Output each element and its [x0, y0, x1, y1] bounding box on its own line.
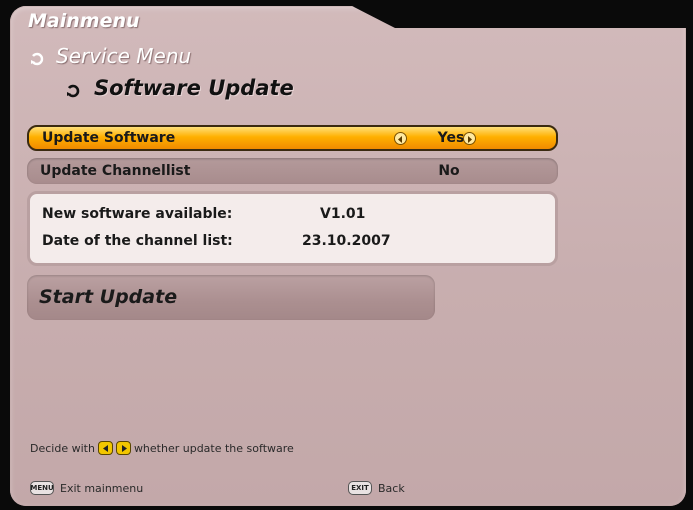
new-software-value: V1.01 — [320, 206, 366, 222]
menu-key-icon[interactable]: MENU — [30, 481, 54, 495]
right-arrow-icon[interactable] — [463, 132, 476, 145]
footer-back[interactable]: EXIT Back — [348, 481, 405, 495]
left-arrow-icon[interactable] — [394, 132, 407, 145]
breadcrumb-service-menu: Service Menu — [30, 44, 191, 68]
page-title: Software Update — [94, 76, 294, 100]
help-prefix: Decide with — [30, 441, 95, 455]
option-update-channellist[interactable]: Update Channellist No — [27, 158, 558, 184]
start-update-button[interactable]: Start Update — [27, 275, 435, 320]
breadcrumb-software-update: Software Update — [66, 76, 294, 100]
exit-key-icon[interactable]: EXIT — [348, 481, 372, 495]
option-value: No — [438, 163, 460, 179]
left-arrow-key-icon — [97, 441, 113, 455]
back-label: Back — [378, 481, 405, 495]
exit-mainmenu-label: Exit mainmenu — [60, 481, 144, 495]
new-software-label: New software available: — [42, 206, 233, 222]
option-update-software[interactable]: Update Software Yes — [27, 125, 558, 151]
breadcrumb-service-menu-label: Service Menu — [56, 44, 192, 68]
option-label: Update Software — [42, 130, 176, 146]
help-text: Decide with whether update the software — [30, 441, 294, 455]
arrow-return-icon — [66, 80, 82, 98]
start-update-label: Start Update — [39, 286, 178, 308]
help-suffix: whether update the software — [133, 441, 294, 455]
option-label: Update Channellist — [40, 163, 191, 179]
channel-list-date-label: Date of the channel list: — [42, 233, 233, 249]
right-arrow-key-icon — [115, 441, 131, 455]
info-box: New software available: V1.01 Date of th… — [27, 191, 558, 266]
footer-exit-mainmenu[interactable]: MENU Exit mainmenu — [30, 481, 143, 495]
channel-list-date-value: 23.10.2007 — [302, 233, 391, 249]
arrow-return-icon — [30, 48, 46, 66]
breadcrumb-mainmenu: Mainmenu — [28, 10, 140, 32]
